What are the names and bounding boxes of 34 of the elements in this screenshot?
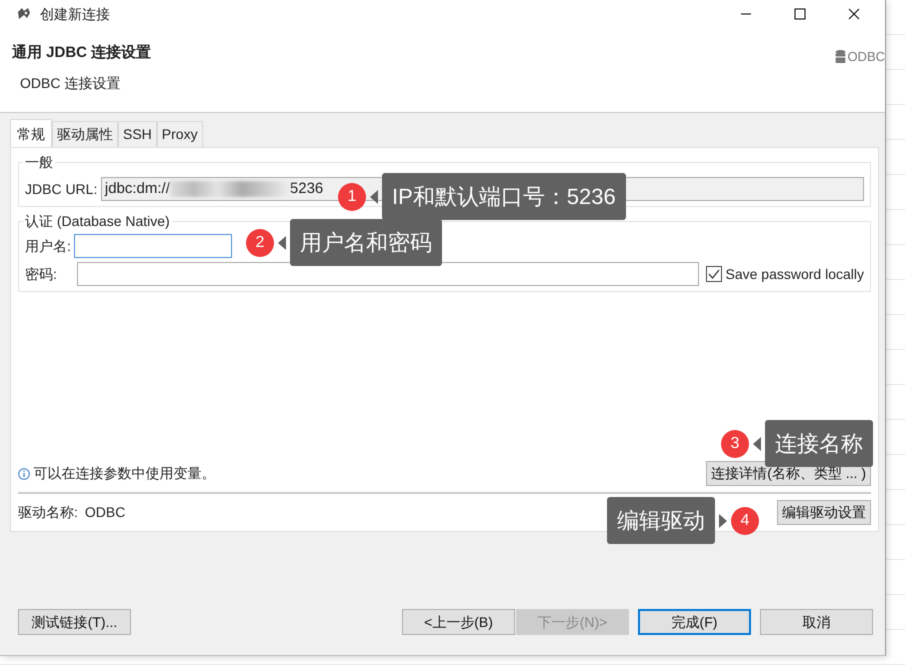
save-password-checkbox[interactable] xyxy=(706,266,722,282)
tab[interactable]: SSH xyxy=(118,121,157,147)
maximize-icon xyxy=(794,8,806,20)
app-icon xyxy=(16,6,32,22)
callout-label: 用户名和密码 xyxy=(290,219,442,266)
database-icon xyxy=(835,50,846,64)
checkbox-label: Save password locally xyxy=(725,264,864,284)
footer-button[interactable]: 完成(F) xyxy=(638,609,751,635)
edit-driver-button[interactable]: 编辑驱动设置 xyxy=(777,500,871,525)
tab[interactable]: Proxy xyxy=(156,121,203,147)
field-label: 用户名: xyxy=(25,236,71,256)
footer-button[interactable]: 测试链接(T)... xyxy=(18,609,131,635)
footer-button[interactable]: <上一步(B) xyxy=(402,609,515,635)
username-field[interactable] xyxy=(74,234,232,258)
group-label: 一般 xyxy=(23,154,55,170)
logo-text: ODBC xyxy=(847,48,885,66)
close-icon xyxy=(848,8,860,20)
driver-name: ODBC xyxy=(84,503,126,522)
info-text: 可以在连接参数中使用变量。 xyxy=(34,464,216,483)
page-title: 通用 JDBC 连接设置 xyxy=(12,43,152,63)
footer-button[interactable]: 取消 xyxy=(760,609,873,635)
tab[interactable]: 常规 xyxy=(10,119,52,147)
group-label: 认证 (Database Native) xyxy=(23,213,172,229)
callout-label: 编辑驱动 xyxy=(607,497,715,544)
info-icon xyxy=(18,468,30,480)
tab[interactable]: 驱动属性 xyxy=(52,121,118,147)
field-label: 密码: xyxy=(25,264,58,284)
driver-label: 驱动名称: xyxy=(18,503,78,522)
field-label: JDBC URL: xyxy=(25,180,98,198)
callout-label: 连接名称 xyxy=(765,420,873,467)
password-field[interactable] xyxy=(76,262,699,286)
window-title: 创建新连接 xyxy=(40,4,110,24)
page-subtitle: ODBC 连接设置 xyxy=(20,74,122,92)
callout-label: IP和默认端口号：5236 xyxy=(382,173,626,220)
